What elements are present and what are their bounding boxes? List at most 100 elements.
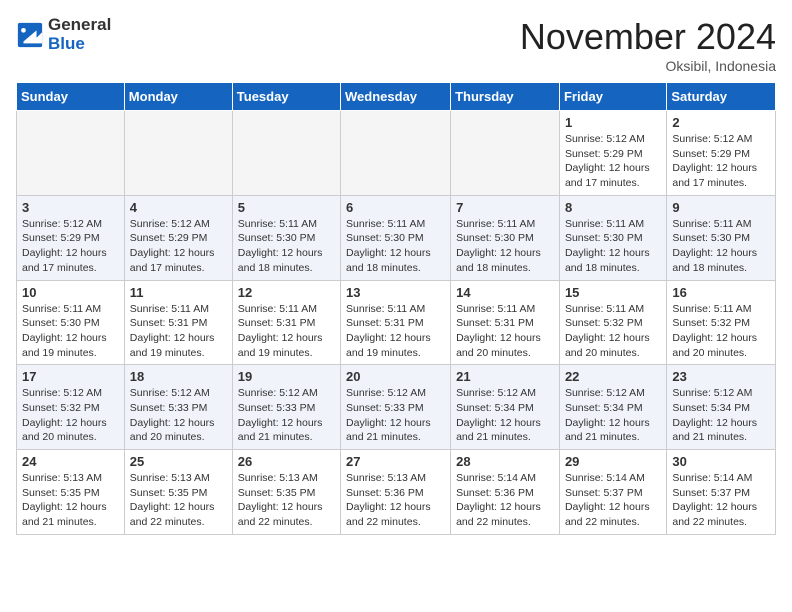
calendar-day-cell: 3 Sunrise: 5:12 AM Sunset: 5:29 PM Daylig… xyxy=(17,195,125,280)
day-number: 24 xyxy=(22,454,119,469)
day-info: Sunrise: 5:13 AM Sunset: 5:35 PM Dayligh… xyxy=(130,471,227,530)
calendar-day-cell: 17 Sunrise: 5:12 AM Sunset: 5:32 PM Dayli… xyxy=(17,365,125,450)
calendar-week-row: 10Sunrise: 5:11 AM Sunset: 5:30 PM Dayli… xyxy=(17,280,776,365)
calendar-day-cell xyxy=(451,111,560,196)
logo-icon xyxy=(16,21,44,49)
day-number: 10 xyxy=(22,285,119,300)
day-info: Sunrise: 5:13 AM Sunset: 5:35 PM Dayligh… xyxy=(238,471,335,530)
day-number: 13 xyxy=(346,285,445,300)
day-info: Sunrise: 5:11 AM Sunset: 5:30 PM Dayligh… xyxy=(456,217,554,276)
day-info: Sunrise: 5:14 AM Sunset: 5:37 PM Dayligh… xyxy=(565,471,661,530)
day-info: Sunrise: 5:12 AM Sunset: 5:32 PM Dayligh… xyxy=(22,386,119,445)
day-number: 22 xyxy=(565,369,661,384)
calendar-day-cell: 23 Sunrise: 5:12 AM Sunset: 5:34 PM Dayli… xyxy=(667,365,776,450)
calendar-day-cell: 14 Sunrise: 5:11 AM Sunset: 5:31 PM Dayli… xyxy=(451,280,560,365)
calendar-day-cell: 18 Sunrise: 5:12 AM Sunset: 5:33 PM Dayli… xyxy=(124,365,232,450)
day-number: 30 xyxy=(672,454,770,469)
calendar-day-cell: 7Sunrise: 5:11 AM Sunset: 5:30 PM Daylig… xyxy=(451,195,560,280)
day-number: 17 xyxy=(22,369,119,384)
day-info: Sunrise: 5:11 AM Sunset: 5:32 PM Dayligh… xyxy=(672,302,770,361)
calendar-day-cell xyxy=(232,111,340,196)
logo-general: General xyxy=(48,16,111,35)
day-number: 11 xyxy=(130,285,227,300)
calendar-day-cell: 25 Sunrise: 5:13 AM Sunset: 5:35 PM Dayli… xyxy=(124,450,232,535)
calendar-week-row: 24 Sunrise: 5:13 AM Sunset: 5:35 PM Dayli… xyxy=(17,450,776,535)
day-header-thursday: Thursday xyxy=(451,83,560,111)
day-info: Sunrise: 5:11 AM Sunset: 5:31 PM Dayligh… xyxy=(130,302,227,361)
calendar-day-cell: 11 Sunrise: 5:11 AM Sunset: 5:31 PM Dayli… xyxy=(124,280,232,365)
day-info: Sunrise: 5:12 AM Sunset: 5:29 PM Dayligh… xyxy=(130,217,227,276)
day-number: 19 xyxy=(238,369,335,384)
location: Oksibil, Indonesia xyxy=(520,58,776,74)
calendar-day-cell: 24Sunrise: 5:13 AM Sunset: 5:35 PM Dayli… xyxy=(17,450,125,535)
day-header-sunday: Sunday xyxy=(17,83,125,111)
day-number: 8 xyxy=(565,200,661,215)
calendar-day-cell: 10Sunrise: 5:11 AM Sunset: 5:30 PM Dayli… xyxy=(17,280,125,365)
day-header-wednesday: Wednesday xyxy=(341,83,451,111)
day-number: 21 xyxy=(456,369,554,384)
day-info: Sunrise: 5:12 AM Sunset: 5:34 PM Dayligh… xyxy=(565,386,661,445)
page-header: General Blue November 2024 Oksibil, Indo… xyxy=(16,16,776,74)
day-number: 6 xyxy=(346,200,445,215)
day-number: 28 xyxy=(456,454,554,469)
calendar-day-cell: 4 Sunrise: 5:12 AM Sunset: 5:29 PM Daylig… xyxy=(124,195,232,280)
calendar-day-cell xyxy=(124,111,232,196)
day-info: Sunrise: 5:14 AM Sunset: 5:37 PM Dayligh… xyxy=(672,471,770,530)
logo-blue: Blue xyxy=(48,35,111,54)
day-info: Sunrise: 5:11 AM Sunset: 5:30 PM Dayligh… xyxy=(565,217,661,276)
day-info: Sunrise: 5:12 AM Sunset: 5:29 PM Dayligh… xyxy=(565,132,661,191)
calendar-table: SundayMondayTuesdayWednesdayThursdayFrid… xyxy=(16,82,776,535)
calendar-day-cell: 27Sunrise: 5:13 AM Sunset: 5:36 PM Dayli… xyxy=(341,450,451,535)
calendar-day-cell: 1 Sunrise: 5:12 AM Sunset: 5:29 PM Daylig… xyxy=(559,111,666,196)
day-info: Sunrise: 5:12 AM Sunset: 5:29 PM Dayligh… xyxy=(672,132,770,191)
day-info: Sunrise: 5:11 AM Sunset: 5:30 PM Dayligh… xyxy=(238,217,335,276)
calendar-day-cell: 16 Sunrise: 5:11 AM Sunset: 5:32 PM Dayli… xyxy=(667,280,776,365)
calendar-day-cell: 13 Sunrise: 5:11 AM Sunset: 5:31 PM Dayli… xyxy=(341,280,451,365)
day-number: 12 xyxy=(238,285,335,300)
day-info: Sunrise: 5:12 AM Sunset: 5:33 PM Dayligh… xyxy=(130,386,227,445)
day-number: 29 xyxy=(565,454,661,469)
calendar-day-cell: 9 Sunrise: 5:11 AM Sunset: 5:30 PM Daylig… xyxy=(667,195,776,280)
day-number: 2 xyxy=(672,115,770,130)
calendar-day-cell: 8 Sunrise: 5:11 AM Sunset: 5:30 PM Daylig… xyxy=(559,195,666,280)
calendar-day-cell: 30 Sunrise: 5:14 AM Sunset: 5:37 PM Dayli… xyxy=(667,450,776,535)
logo: General Blue xyxy=(16,16,111,53)
day-number: 15 xyxy=(565,285,661,300)
day-header-tuesday: Tuesday xyxy=(232,83,340,111)
calendar-day-cell: 2 Sunrise: 5:12 AM Sunset: 5:29 PM Daylig… xyxy=(667,111,776,196)
day-number: 4 xyxy=(130,200,227,215)
day-number: 3 xyxy=(22,200,119,215)
day-number: 1 xyxy=(565,115,661,130)
day-info: Sunrise: 5:14 AM Sunset: 5:36 PM Dayligh… xyxy=(456,471,554,530)
day-info: Sunrise: 5:12 AM Sunset: 5:29 PM Dayligh… xyxy=(22,217,119,276)
day-info: Sunrise: 5:11 AM Sunset: 5:31 PM Dayligh… xyxy=(456,302,554,361)
day-number: 25 xyxy=(130,454,227,469)
calendar-day-cell xyxy=(17,111,125,196)
calendar-day-cell: 15Sunrise: 5:11 AM Sunset: 5:32 PM Dayli… xyxy=(559,280,666,365)
day-info: Sunrise: 5:12 AM Sunset: 5:33 PM Dayligh… xyxy=(346,386,445,445)
day-info: Sunrise: 5:12 AM Sunset: 5:34 PM Dayligh… xyxy=(672,386,770,445)
calendar-day-cell: 6 Sunrise: 5:11 AM Sunset: 5:30 PM Daylig… xyxy=(341,195,451,280)
day-info: Sunrise: 5:11 AM Sunset: 5:30 PM Dayligh… xyxy=(672,217,770,276)
calendar-day-cell: 29 Sunrise: 5:14 AM Sunset: 5:37 PM Dayli… xyxy=(559,450,666,535)
calendar-day-cell: 21Sunrise: 5:12 AM Sunset: 5:34 PM Dayli… xyxy=(451,365,560,450)
day-info: Sunrise: 5:11 AM Sunset: 5:30 PM Dayligh… xyxy=(346,217,445,276)
calendar-day-cell: 5 Sunrise: 5:11 AM Sunset: 5:30 PM Daylig… xyxy=(232,195,340,280)
day-number: 5 xyxy=(238,200,335,215)
day-info: Sunrise: 5:12 AM Sunset: 5:33 PM Dayligh… xyxy=(238,386,335,445)
calendar-day-cell: 20 Sunrise: 5:12 AM Sunset: 5:33 PM Dayli… xyxy=(341,365,451,450)
calendar-day-cell: 12Sunrise: 5:11 AM Sunset: 5:31 PM Dayli… xyxy=(232,280,340,365)
calendar-day-cell: 28 Sunrise: 5:14 AM Sunset: 5:36 PM Dayli… xyxy=(451,450,560,535)
calendar-day-cell xyxy=(341,111,451,196)
day-info: Sunrise: 5:11 AM Sunset: 5:31 PM Dayligh… xyxy=(346,302,445,361)
day-number: 14 xyxy=(456,285,554,300)
calendar-day-cell: 22 Sunrise: 5:12 AM Sunset: 5:34 PM Dayli… xyxy=(559,365,666,450)
day-number: 20 xyxy=(346,369,445,384)
day-number: 23 xyxy=(672,369,770,384)
day-number: 16 xyxy=(672,285,770,300)
calendar-week-row: 17 Sunrise: 5:12 AM Sunset: 5:32 PM Dayli… xyxy=(17,365,776,450)
day-number: 18 xyxy=(130,369,227,384)
day-number: 26 xyxy=(238,454,335,469)
day-number: 9 xyxy=(672,200,770,215)
day-header-saturday: Saturday xyxy=(667,83,776,111)
